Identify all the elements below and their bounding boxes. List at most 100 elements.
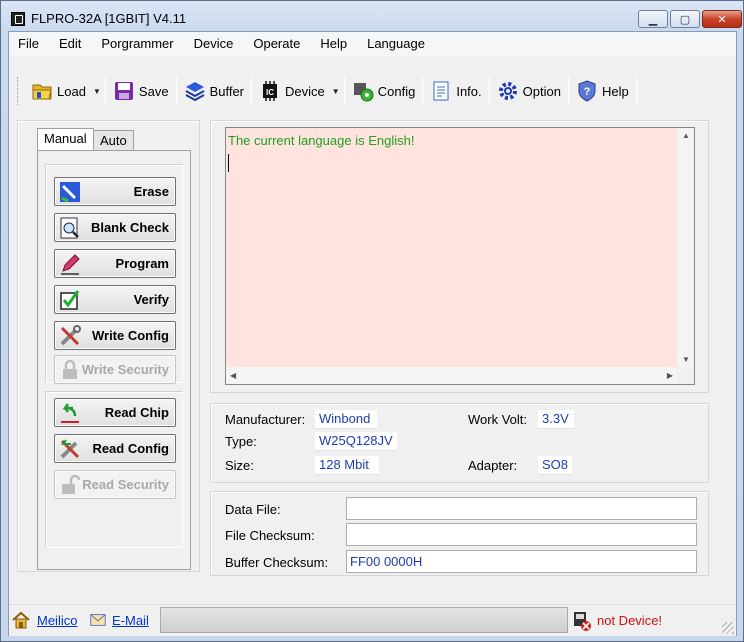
tools-icon: [60, 325, 81, 346]
toolbar-separator: [343, 76, 345, 106]
read-group: Read Chip Read Config Read Security: [45, 391, 183, 548]
manufacturer-value: Winbond: [315, 410, 377, 429]
device-button[interactable]: IC Device: [254, 74, 330, 108]
horizontal-scrollbar[interactable]: ◀ ▶: [226, 367, 677, 384]
menu-language[interactable]: Language: [357, 32, 435, 56]
menu-operate[interactable]: Operate: [243, 32, 310, 56]
menu-edit[interactable]: Edit: [49, 32, 91, 56]
verify-label: Verify: [133, 292, 169, 307]
load-button[interactable]: Load: [26, 74, 91, 108]
device-status: not Device!: [597, 613, 663, 628]
toolbar-separator: [175, 76, 177, 106]
folder-open-icon: [32, 84, 52, 100]
size-value: 128 Mbit: [315, 456, 379, 475]
read-chip-button[interactable]: Read Chip: [54, 398, 176, 427]
adapter-value: SO8: [538, 456, 572, 475]
toolbar-separator: [251, 76, 253, 106]
read-config-label: Read Config: [92, 441, 169, 456]
client-area: File Edit Porgrammer Device Operate Help…: [8, 31, 737, 636]
file-checksum-field[interactable]: [346, 523, 697, 546]
pencil-icon: [61, 254, 80, 275]
scroll-right-icon[interactable]: ▶: [667, 371, 673, 380]
load-dropdown[interactable]: ▼: [91, 74, 103, 108]
progress-bar: [160, 607, 568, 633]
config-label: Config: [377, 83, 416, 99]
tab-manual[interactable]: Manual: [37, 128, 94, 150]
option-label: Option: [522, 83, 561, 99]
program-label: Program: [115, 256, 169, 271]
status-bar: Meilico E-Mail not Device!: [9, 604, 736, 636]
write-config-button[interactable]: Write Config: [54, 321, 176, 350]
buffer-label: Buffer: [209, 83, 245, 99]
toolbar-separator: [567, 76, 569, 106]
data-file-field[interactable]: [346, 497, 697, 520]
document-info-icon: [433, 81, 449, 101]
option-button[interactable]: Option: [492, 74, 566, 108]
write-security-label: Write Security: [81, 362, 169, 377]
meilico-link[interactable]: Meilico: [37, 613, 77, 628]
scroll-down-icon[interactable]: ▼: [682, 355, 690, 364]
program-button[interactable]: Program: [54, 249, 176, 278]
info-button[interactable]: Info.: [425, 74, 486, 108]
toolbar-grip: [17, 77, 20, 105]
blank-check-label: Blank Check: [90, 220, 169, 235]
scroll-up-icon[interactable]: ▲: [682, 131, 690, 140]
close-button[interactable]: ✕: [702, 10, 742, 28]
vertical-scrollbar[interactable]: ▲ ▼: [677, 128, 694, 367]
toolbar-separator: [488, 76, 490, 106]
buffer-checksum-field[interactable]: FF00 0000H: [346, 550, 697, 573]
save-button[interactable]: Save: [108, 74, 174, 108]
main-window: FLPRO-32A [1GBIT] V4.11 ▁ ▢ ✕ File Edit …: [0, 0, 744, 642]
config-button[interactable]: Config: [347, 74, 421, 108]
write-group: Erase Blank Check Program Verify Write C…: [45, 164, 183, 384]
scroll-corner: [677, 367, 694, 384]
size-label: Size:: [225, 458, 254, 473]
email-link[interactable]: E-Mail: [112, 613, 149, 628]
menu-programmer[interactable]: Porgrammer: [91, 32, 183, 56]
info-label: Info.: [456, 83, 482, 99]
menu-device[interactable]: Device: [184, 32, 244, 56]
erase-button[interactable]: Erase: [54, 177, 176, 206]
read-chip-label: Read Chip: [104, 405, 169, 420]
manufacturer-label: Manufacturer:: [225, 412, 306, 427]
work-volt-value: 3.3V: [538, 410, 574, 429]
unlock-icon: [62, 474, 81, 494]
log-message: The current language is English!: [228, 133, 415, 148]
save-label: Save: [138, 83, 169, 99]
close-icon: ✕: [717, 13, 727, 26]
minimize-button[interactable]: ▁: [638, 10, 668, 28]
type-value: W25Q128JV: [315, 432, 397, 451]
maximize-button[interactable]: ▢: [670, 10, 700, 28]
svg-text:IC: IC: [266, 88, 274, 97]
log-textarea[interactable]: The current language is English! ▲ ▼ ◀ ▶: [225, 127, 695, 385]
chip-icon: IC: [263, 81, 278, 101]
erase-icon: [60, 182, 80, 203]
device-label: Device: [285, 83, 325, 99]
menu-help[interactable]: Help: [310, 32, 357, 56]
scroll-left-icon[interactable]: ◀: [230, 371, 236, 380]
mail-icon: [90, 614, 106, 626]
device-dropdown[interactable]: ▼: [330, 74, 342, 108]
menu-file[interactable]: File: [9, 32, 49, 56]
help-button[interactable]: ? Help: [571, 74, 634, 108]
write-config-label: Write Config: [91, 328, 169, 343]
buffer-button[interactable]: Buffer: [179, 74, 249, 108]
minimize-icon: ▁: [648, 13, 658, 26]
verify-button[interactable]: Verify: [54, 285, 176, 314]
data-file-label: Data File:: [225, 502, 281, 517]
tab-auto[interactable]: Auto: [93, 130, 134, 150]
manual-tab-panel: Erase Blank Check Program Verify Write C…: [37, 150, 191, 570]
read-security-button[interactable]: Read Security: [54, 470, 176, 499]
read-config-button[interactable]: Read Config: [54, 434, 176, 463]
window-title: FLPRO-32A [1GBIT] V4.11: [31, 11, 187, 26]
blank-check-button[interactable]: Blank Check: [54, 213, 176, 242]
svg-text:?: ?: [584, 86, 591, 98]
write-security-button[interactable]: Write Security: [54, 355, 176, 384]
toolbar: Load ▼ Save Buffer IC Device ▼ Config In…: [17, 68, 639, 114]
resize-grip[interactable]: [722, 622, 734, 634]
floppy-icon: [114, 82, 133, 100]
title-bar: FLPRO-32A [1GBIT] V4.11 ▁ ▢ ✕: [1, 1, 743, 31]
help-label: Help: [601, 83, 629, 99]
load-label: Load: [57, 83, 86, 99]
home-icon: [12, 611, 30, 629]
